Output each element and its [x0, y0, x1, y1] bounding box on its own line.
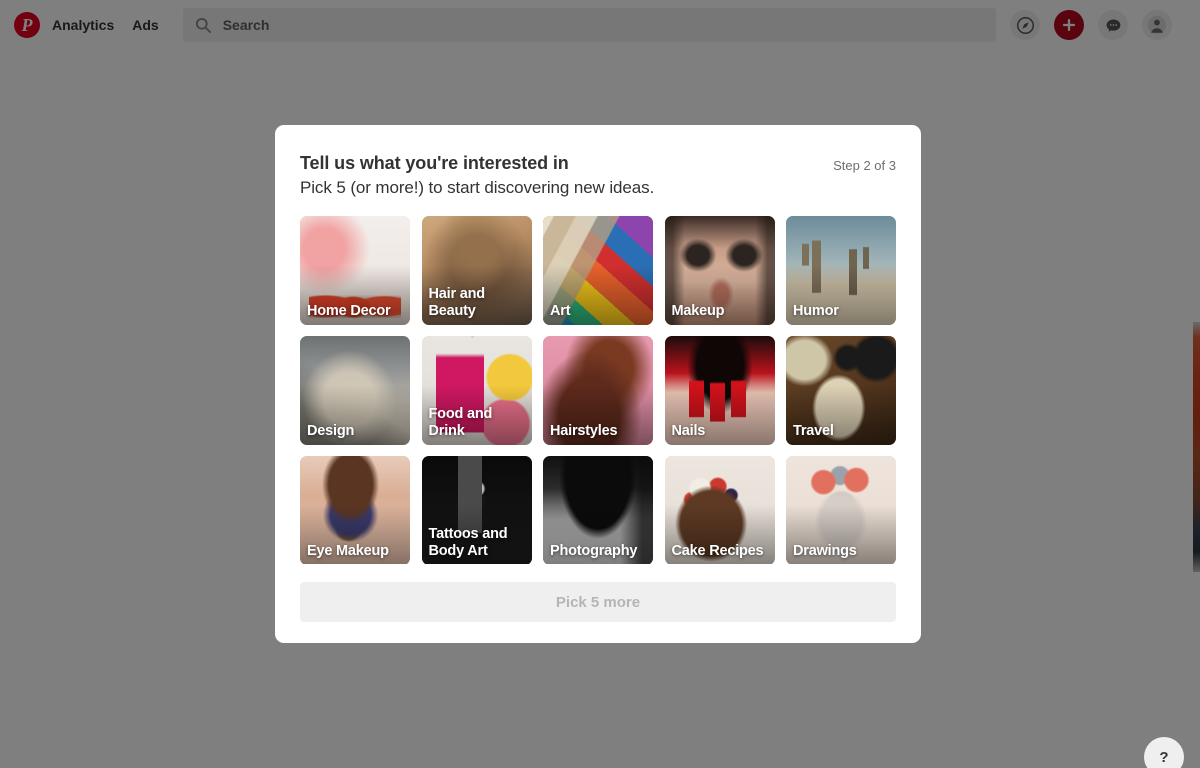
question-mark-icon: ?	[1159, 749, 1168, 766]
interests-scroll-area[interactable]: Home Decor Hair and Beauty Art Makeup Humor D…	[275, 216, 921, 564]
interest-tile[interactable]: Tattoos and Body Art	[422, 456, 532, 564]
interest-tile-label: Cake Recipes	[672, 543, 769, 560]
interest-tile-label: Design	[307, 423, 404, 440]
modal-headings: Tell us what you're interested in Pick 5…	[300, 152, 654, 199]
modal-title: Tell us what you're interested in	[300, 152, 654, 175]
interest-tile-label: Drawings	[793, 543, 890, 560]
interest-tile[interactable]: Travel	[786, 336, 896, 445]
interest-tile[interactable]: Nails	[665, 336, 775, 445]
interest-tile-label: Hair and Beauty	[429, 286, 526, 320]
interest-tile-label: Nails	[672, 423, 769, 440]
interest-tile[interactable]: Food and Drink	[422, 336, 532, 445]
interest-tile[interactable]: Cake Recipes	[665, 456, 775, 564]
interest-tile-label: Photography	[550, 543, 647, 560]
interest-tile-label: Travel	[793, 423, 890, 440]
interest-tile-label: Tattoos and Body Art	[429, 526, 526, 560]
interest-tile-label: Home Decor	[307, 303, 404, 320]
interest-tile[interactable]: Humor	[786, 216, 896, 325]
interest-tile[interactable]: Makeup	[665, 216, 775, 325]
interest-tile-label: Eye Makeup	[307, 543, 404, 560]
interest-tile[interactable]: Eye Makeup	[300, 456, 410, 564]
interest-tile[interactable]: Hairstyles	[543, 336, 653, 445]
modal-footer: Pick 5 more	[275, 564, 921, 643]
interests-grid: Home Decor Hair and Beauty Art Makeup Humor D…	[300, 216, 896, 564]
interest-tile-label: Makeup	[672, 303, 769, 320]
interest-tile-label: Food and Drink	[429, 406, 526, 440]
interest-tile-label: Art	[550, 303, 647, 320]
interest-tile-label: Hairstyles	[550, 423, 647, 440]
pick-more-button[interactable]: Pick 5 more	[300, 582, 896, 622]
interest-tile[interactable]: Photography	[543, 456, 653, 564]
interest-tile[interactable]: Home Decor	[300, 216, 410, 325]
interest-tile[interactable]: Drawings	[786, 456, 896, 564]
interests-picker-modal: Tell us what you're interested in Pick 5…	[275, 125, 921, 643]
modal-subtitle: Pick 5 (or more!) to start discovering n…	[300, 176, 654, 199]
interest-tile-label: Humor	[793, 303, 890, 320]
modal-header: Tell us what you're interested in Pick 5…	[275, 125, 921, 199]
interest-tile[interactable]: Hair and Beauty	[422, 216, 532, 325]
interest-tile[interactable]: Art	[543, 216, 653, 325]
interest-tile[interactable]: Design	[300, 336, 410, 445]
step-indicator: Step 2 of 3	[833, 152, 896, 173]
